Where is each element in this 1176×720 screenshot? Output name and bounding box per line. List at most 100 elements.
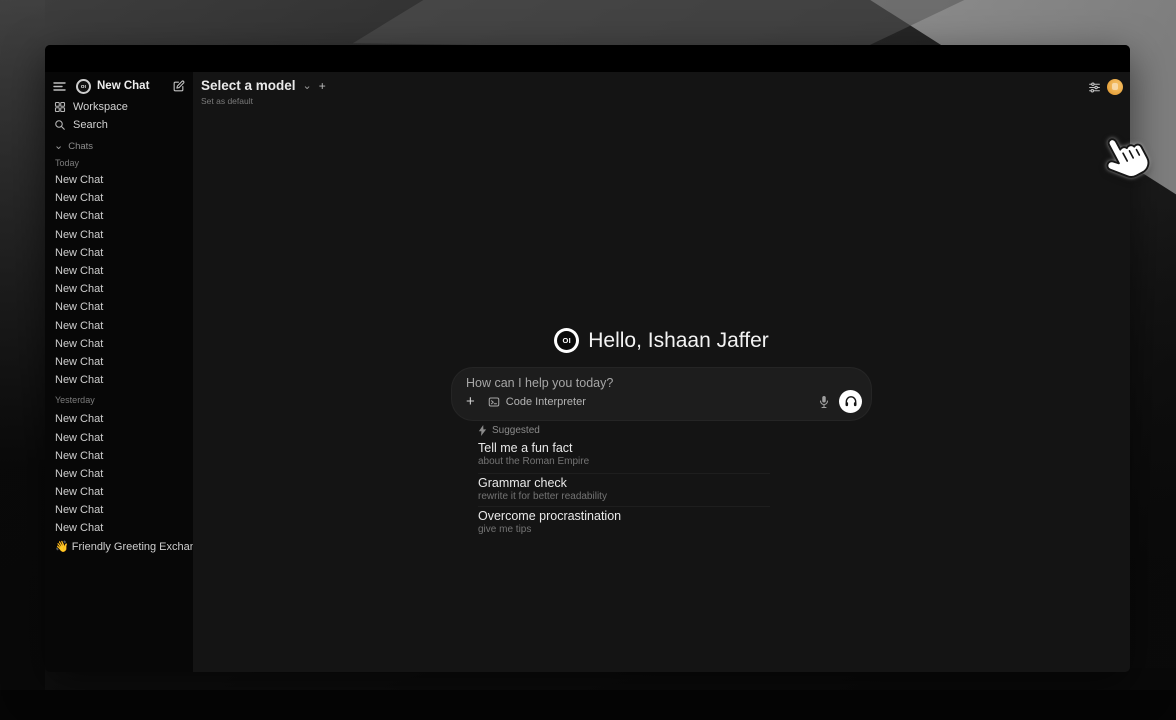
chat-item-label: New Chat (55, 210, 103, 222)
chat-item-label: New Chat (55, 413, 103, 425)
headphones-icon (844, 395, 858, 408)
attach-button[interactable]: + (466, 394, 475, 409)
sidebar-item-search[interactable]: Search (45, 116, 193, 134)
sidebar-chat-item[interactable]: New Chat (45, 280, 193, 298)
sidebar-chat-item[interactable]: New Chat (45, 244, 193, 262)
voice-input-button[interactable] (818, 395, 830, 409)
chat-item-label: New Chat (55, 374, 103, 386)
chat-item-label: New Chat (55, 283, 103, 295)
code-interpreter-toggle[interactable]: Code Interpreter (488, 396, 586, 408)
chat-item-label: New Chat (55, 174, 103, 186)
message-input[interactable]: How can I help you today? (466, 376, 857, 391)
search-label: Search (73, 119, 108, 131)
sidebar-chat-item[interactable]: New Chat (45, 171, 193, 189)
chat-item-label: New Chat (55, 192, 103, 204)
user-avatar[interactable] (1107, 79, 1123, 95)
chat-item-label: New Chat (55, 522, 103, 534)
suggestion-item[interactable]: Grammar check rewrite it for better read… (478, 473, 770, 507)
suggestion-subtitle: rewrite it for better readability (478, 491, 770, 503)
set-as-default-button[interactable]: Set as default (201, 96, 326, 106)
app-top-bar (45, 45, 1130, 72)
sliders-icon (1088, 81, 1101, 94)
chat-item-label: New Chat (55, 229, 103, 241)
chat-item-label: 👋 Friendly Greeting Exchange (55, 540, 193, 553)
sidebar-chat-item[interactable]: New Chat (45, 353, 193, 371)
chat-item-label: New Chat (55, 320, 103, 332)
sidebar-chat-item[interactable]: New Chat (45, 519, 193, 537)
add-model-button[interactable]: + (319, 79, 326, 93)
app-logo-text: OI (557, 331, 576, 350)
sidebar-chat-item[interactable]: New Chat (45, 371, 193, 389)
chats-section-label: Chats (68, 141, 93, 152)
suggestion-title: Tell me a fun fact (478, 441, 770, 456)
workspace-label: Workspace (73, 101, 128, 113)
main-content: Select a model ⌄ + Set as default (193, 72, 1130, 672)
chat-item-label: New Chat (55, 468, 103, 480)
app-window: OI New Chat Workspa (45, 45, 1130, 672)
sidebar-chat-item[interactable]: New Chat (45, 335, 193, 353)
chats-section-toggle[interactable]: ⌄ Chats (45, 140, 193, 152)
sidebar-chat-item[interactable]: New Chat (45, 465, 193, 483)
chat-group-label-today: Today (45, 158, 193, 169)
chat-item-label: New Chat (55, 504, 103, 516)
sidebar-chat-item[interactable]: New Chat (45, 189, 193, 207)
suggestion-item[interactable]: Tell me a fun fact about the Roman Empir… (478, 441, 770, 473)
controls-button[interactable] (1088, 81, 1101, 94)
message-composer: How can I help you today? + Code Interpr… (451, 367, 872, 421)
microphone-icon (818, 395, 830, 409)
sidebar: OI New Chat Workspa (45, 72, 193, 672)
model-selector-label: Select a model (201, 78, 296, 93)
sidebar-chat-item[interactable]: New Chat (45, 207, 193, 225)
sidebar-chat-item[interactable]: New Chat (45, 428, 193, 446)
greeting-row: OI Hello, Ishaan Jaffer (554, 328, 769, 353)
suggestion-title: Overcome procrastination (478, 509, 770, 524)
suggestion-item[interactable]: Overcome procrastination give me tips (478, 506, 770, 540)
top-right-actions (1088, 79, 1123, 95)
edit-pencil-icon (172, 80, 185, 93)
sidebar-chat-item[interactable]: New Chat (45, 501, 193, 519)
greeting-text: Hello, Ishaan Jaffer (588, 329, 769, 353)
chat-item-label: New Chat (55, 432, 103, 444)
menu-icon (53, 81, 66, 92)
suggestion-subtitle: about the Roman Empire (478, 456, 770, 468)
suggestion-list: Tell me a fun fact about the Roman Empir… (478, 436, 872, 540)
sidebar-toggle-button[interactable] (53, 81, 66, 92)
chevron-down-icon: ⌄ (303, 82, 312, 90)
chat-item-label: New Chat (55, 265, 103, 277)
chat-item-label: New Chat (55, 486, 103, 498)
sidebar-chat-item[interactable]: New Chat (45, 447, 193, 465)
sidebar-chat-item[interactable]: New Chat (45, 298, 193, 316)
model-selector-block: Select a model ⌄ + Set as default (201, 78, 326, 106)
chat-item-label: New Chat (55, 338, 103, 350)
terminal-icon (488, 396, 500, 408)
suggestion-subtitle: give me tips (478, 524, 770, 536)
sidebar-item-workspace[interactable]: Workspace (45, 98, 193, 116)
suggested-header: Suggested (478, 424, 872, 436)
new-chat-button[interactable] (172, 80, 185, 93)
sidebar-chat-item[interactable]: New Chat (45, 410, 193, 428)
voice-call-button[interactable] (839, 390, 862, 413)
chat-list-yesterday: New Chat New Chat New Chat New Chat (45, 410, 193, 556)
sidebar-title: New Chat (97, 80, 149, 92)
app-logo-text: OI (78, 81, 89, 92)
sidebar-chat-item[interactable]: New Chat (45, 226, 193, 244)
chat-item-label: New Chat (55, 356, 103, 368)
bolt-icon (478, 425, 487, 436)
sidebar-chat-item[interactable]: 👋 Friendly Greeting Exchange (45, 538, 193, 556)
sidebar-chat-item[interactable]: New Chat (45, 317, 193, 335)
sidebar-header: OI New Chat (45, 74, 193, 98)
chat-group-label-yesterday: Yesterday (45, 395, 193, 406)
sidebar-chat-item[interactable]: New Chat (45, 262, 193, 280)
chat-list-today: New Chat New Chat New Chat New Chat (45, 171, 193, 389)
chevron-down-icon: ⌄ (54, 142, 63, 150)
workspace-grid-icon (54, 101, 66, 113)
welcome-block: OI Hello, Ishaan Jaffer How can I help y… (193, 328, 1130, 540)
code-interpreter-label: Code Interpreter (506, 396, 586, 408)
app-logo-icon: OI (554, 328, 579, 353)
sidebar-chat-item[interactable]: New Chat (45, 483, 193, 501)
screen-bottom-bar (0, 690, 1176, 720)
wallpaper-left-column (0, 0, 45, 720)
search-icon (54, 119, 66, 131)
app-logo-icon: OI (76, 79, 91, 94)
model-selector[interactable]: Select a model ⌄ + (201, 78, 326, 93)
